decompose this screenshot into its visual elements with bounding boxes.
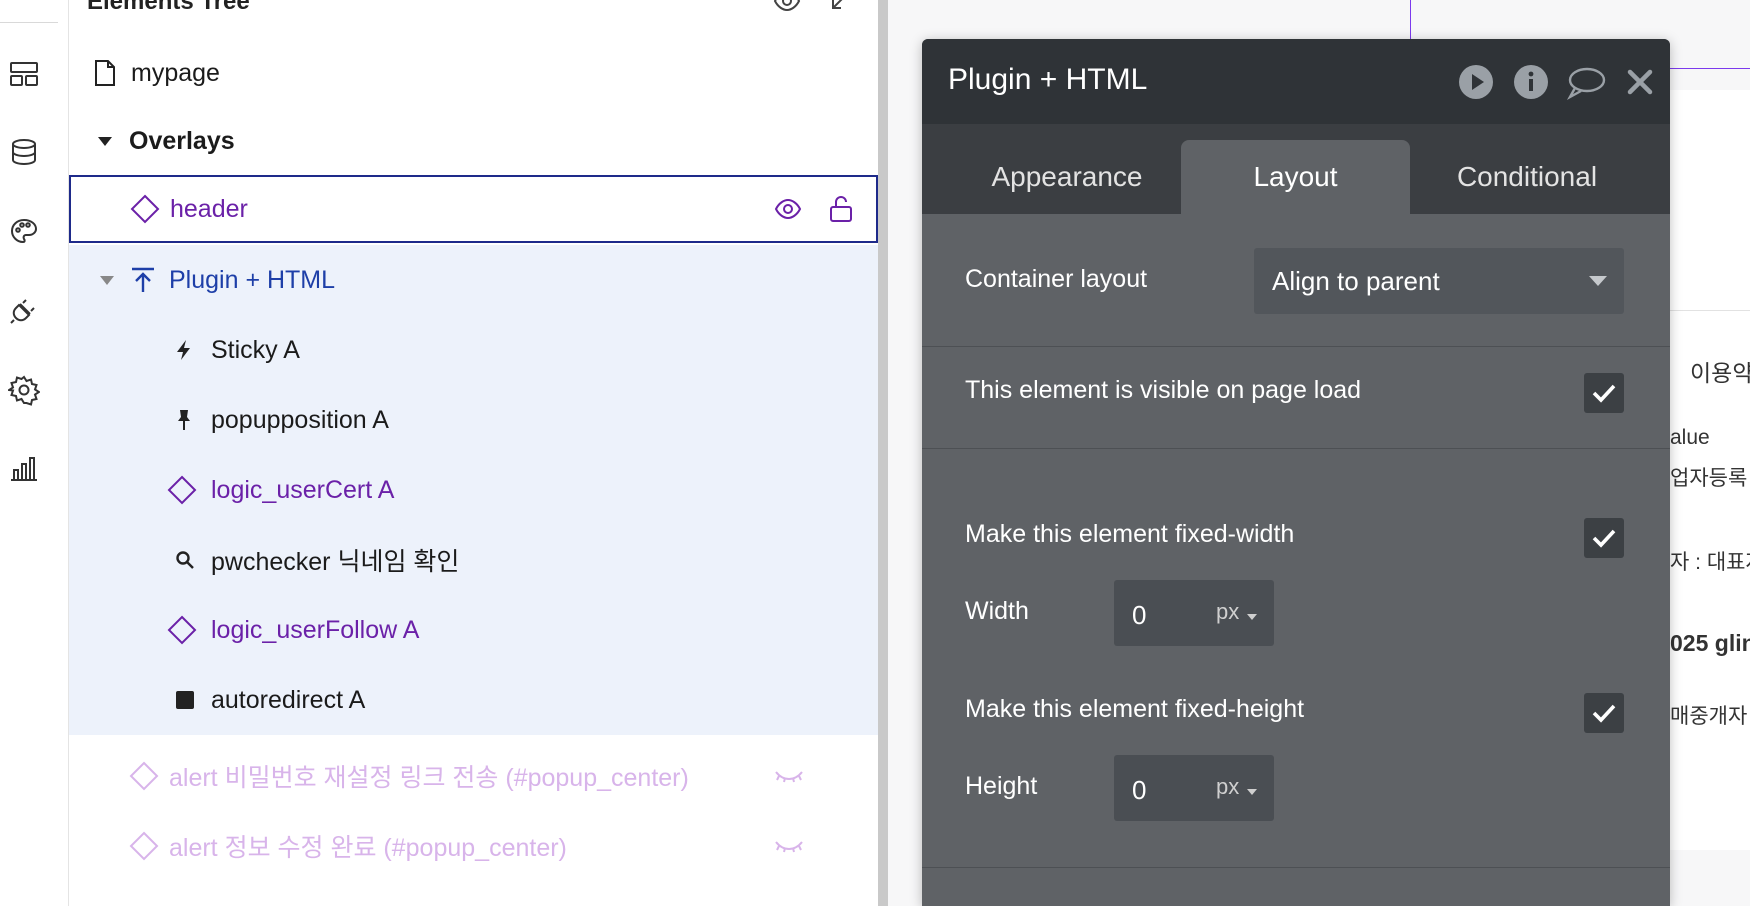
tree-item-sticky[interactable]: Sticky A xyxy=(69,315,878,385)
preview-text: 업자등록 xyxy=(1670,467,1748,490)
visible-on-load-checkbox[interactable] xyxy=(1584,373,1624,413)
tree-item-logic-userfollow[interactable]: logic_userFollow A xyxy=(69,595,878,665)
page-divider xyxy=(1670,310,1750,311)
close-icon[interactable] xyxy=(1625,67,1655,102)
canvas-page-preview: 이용약 alue 업자등록 자 : 대표자 025 glin 매중개자 xyxy=(1670,90,1750,850)
fixed-height-label: Make this element fixed-height xyxy=(965,695,1305,723)
lightning-icon xyxy=(175,339,199,361)
tree-item-label: popupposition A xyxy=(211,405,389,434)
tree-item-label: alert 정보 수정 완료 (#popup_center) xyxy=(169,834,567,862)
tree-item-page[interactable]: mypage xyxy=(69,38,878,108)
fixed-width-label: Make this element fixed-width xyxy=(965,520,1295,548)
sticky-element-icon xyxy=(129,266,159,294)
plugins-tab-icon[interactable] xyxy=(8,294,40,326)
container-layout-select[interactable]: Align to parent xyxy=(1254,248,1624,314)
tree-item-label: Sticky A xyxy=(211,335,300,364)
tree-item-alert-password-reset[interactable]: alert 비밀번호 재설정 링크 전송 (#popup_center) xyxy=(69,741,878,811)
preview-text: 025 glin xyxy=(1670,630,1750,656)
panel-resize-handle[interactable] xyxy=(878,0,888,906)
editor-title: Plugin + HTML xyxy=(948,63,1148,96)
section-divider xyxy=(922,448,1670,449)
group-diamond-icon xyxy=(167,615,199,645)
visible-on-load-label: This element is visible on page load xyxy=(965,376,1362,404)
tab-appearance[interactable]: Appearance xyxy=(956,140,1178,214)
caret-down-icon[interactable] xyxy=(99,274,115,286)
tree-item-label: autoredirect A xyxy=(211,685,366,714)
group-label: Overlays xyxy=(129,126,235,155)
section-divider xyxy=(922,346,1670,347)
design-tab-icon[interactable] xyxy=(8,58,40,90)
settings-tab-icon[interactable] xyxy=(8,374,40,406)
group-diamond-icon xyxy=(129,761,159,791)
fixed-width-checkbox[interactable] xyxy=(1584,518,1624,558)
width-input[interactable]: 0 px xyxy=(1114,580,1274,646)
chevron-down-icon xyxy=(1588,274,1608,292)
info-icon[interactable] xyxy=(1513,64,1549,105)
tree-item-label: header xyxy=(170,194,248,223)
tree-item-label: logic_userCert A xyxy=(211,475,395,504)
property-editor: Plugin + HTML Appearance Layout Conditio… xyxy=(922,39,1670,906)
editor-tabs: Appearance Layout Conditional xyxy=(922,124,1670,214)
styles-tab-icon[interactable] xyxy=(8,216,40,248)
height-value: 0 xyxy=(1132,775,1147,805)
tab-layout[interactable]: Layout xyxy=(1181,140,1410,214)
visibility-eye-icon[interactable] xyxy=(774,198,802,220)
tree-item-label: pwchecker 닉네임 확인 xyxy=(211,548,460,576)
unit-caret-icon xyxy=(1246,783,1258,801)
rail-divider xyxy=(0,22,58,23)
width-unit-select[interactable]: px xyxy=(1216,599,1239,625)
hidden-eye-icon[interactable] xyxy=(774,768,804,784)
height-label: Height xyxy=(965,772,1038,800)
width-label: Width xyxy=(965,597,1029,625)
eye-icon[interactable] xyxy=(773,0,801,17)
data-tab-icon[interactable] xyxy=(8,136,40,168)
preview-text: alue xyxy=(1670,426,1710,449)
group-diamond-icon xyxy=(129,831,159,861)
analytics-tab-icon[interactable] xyxy=(8,452,40,484)
height-input[interactable]: 0 px xyxy=(1114,755,1274,821)
tab-conditional[interactable]: Conditional xyxy=(1412,140,1642,214)
width-value: 0 xyxy=(1132,600,1147,630)
section-divider xyxy=(922,867,1670,868)
elements-tree-panel: Elements Tree mypage Overlays header Plu… xyxy=(69,0,878,906)
tree-item-header[interactable]: header xyxy=(69,175,878,243)
tree-item-plugin-html[interactable]: Plugin + HTML xyxy=(69,245,878,315)
select-value: Align to parent xyxy=(1272,266,1440,296)
height-unit-select[interactable]: px xyxy=(1216,774,1239,800)
play-icon[interactable] xyxy=(1458,64,1494,105)
preview-text: 매중개자 xyxy=(1670,705,1748,728)
collapse-icon[interactable] xyxy=(825,0,847,21)
tree-item-label: alert 비밀번호 재설정 링크 전송 (#popup_center) xyxy=(169,764,689,792)
container-layout-label: Container layout xyxy=(965,265,1148,293)
fixed-height-checkbox[interactable] xyxy=(1584,693,1624,733)
tree-item-autoredirect[interactable]: autoredirect A xyxy=(69,665,878,735)
editor-header: Plugin + HTML xyxy=(922,39,1670,124)
tree-item-alert-info-updated[interactable]: alert 정보 수정 완료 (#popup_center) xyxy=(69,811,878,881)
tree-item-popupposition[interactable]: popupposition A xyxy=(69,385,878,455)
pin-icon xyxy=(175,408,199,432)
comment-icon[interactable] xyxy=(1566,65,1606,106)
group-diamond-icon xyxy=(130,194,160,224)
preview-text: 이용약 xyxy=(1690,360,1750,386)
tree-item-pwchecker[interactable]: pwchecker 닉네임 확인 xyxy=(69,525,878,595)
tree-group-overlays[interactable]: Overlays xyxy=(69,106,878,176)
tree-item-label: logic_userFollow A xyxy=(211,615,420,644)
hidden-eye-icon[interactable] xyxy=(774,838,804,854)
panel-title: Elements Tree xyxy=(87,0,250,15)
tree-item-label: Plugin + HTML xyxy=(169,265,336,294)
icon-sidebar xyxy=(0,0,69,906)
tree-item-logic-usercert[interactable]: logic_userCert A xyxy=(69,455,878,525)
group-diamond-icon xyxy=(167,475,199,505)
page-name: mypage xyxy=(131,58,220,87)
search-icon xyxy=(175,550,199,570)
unit-caret-icon xyxy=(1246,608,1258,626)
page-icon xyxy=(93,59,121,87)
unlock-icon[interactable] xyxy=(828,195,854,223)
caret-down-icon[interactable] xyxy=(97,135,115,147)
square-icon xyxy=(175,690,199,710)
preview-text: 자 : 대표자 xyxy=(1670,551,1750,574)
